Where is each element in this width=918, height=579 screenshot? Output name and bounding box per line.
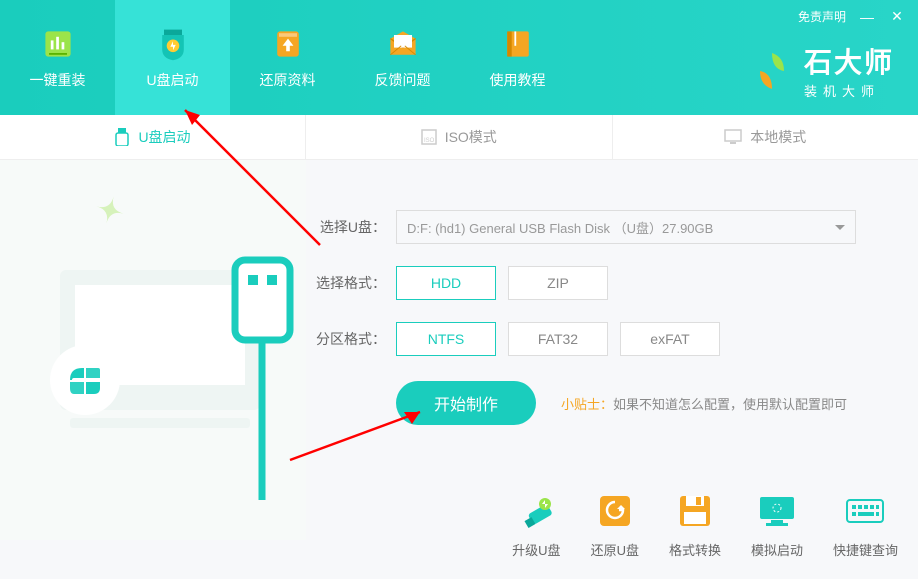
format-zip-button[interactable]: ZIP [508, 266, 608, 300]
partition-fat32-button[interactable]: FAT32 [508, 322, 608, 356]
tool-label: 还原U盘 [591, 540, 639, 559]
nav-tutorial[interactable]: 使用教程 [460, 0, 575, 115]
brand: 石大师 装机大师 [750, 41, 894, 100]
tool-label: 模拟启动 [751, 540, 803, 559]
tab-usb-boot[interactable]: U盘启动 [0, 115, 306, 159]
upload-icon [270, 26, 306, 62]
tool-label: 升级U盘 [512, 540, 560, 559]
tool-upgrade-usb[interactable]: 升级U盘 [512, 490, 560, 559]
nav-label: 一键重装 [30, 70, 86, 90]
usb-icon [114, 128, 130, 146]
chart-icon [40, 26, 76, 62]
usb-upgrade-icon [515, 490, 557, 532]
partition-ntfs-button[interactable]: NTFS [396, 322, 496, 356]
nav-reinstall[interactable]: 一键重装 [0, 0, 115, 115]
hint-text: 小贴士：如果不知道怎么配置，使用默认配置即可 [561, 394, 847, 413]
tab-label: ISO模式 [445, 127, 497, 147]
disclaimer-link[interactable]: 免责声明 [798, 8, 846, 25]
close-button[interactable]: ✕ [888, 8, 906, 25]
keyboard-icon [844, 490, 886, 532]
tab-local-mode[interactable]: 本地模式 [613, 115, 918, 159]
main-content: 选择U盘： D:F: (hd1) General USB Flash Disk … [0, 160, 918, 540]
tab-label: 本地模式 [750, 127, 806, 147]
tab-iso-mode[interactable]: ISO ISO模式 [306, 115, 613, 159]
usb-select[interactable]: D:F: (hd1) General USB Flash Disk （U盘）27… [396, 210, 856, 244]
shield-icon [155, 26, 191, 62]
nav-restore[interactable]: 还原资料 [230, 0, 345, 115]
nav-feedback[interactable]: 反馈问题 [345, 0, 460, 115]
tool-simulate-boot[interactable]: 模拟启动 [751, 490, 803, 559]
nav-label: 使用教程 [490, 70, 546, 90]
format-hdd-button[interactable]: HDD [396, 266, 496, 300]
nav-label: 还原资料 [260, 70, 316, 90]
tool-format-convert[interactable]: 格式转换 [669, 490, 721, 559]
form-panel: 选择U盘： D:F: (hd1) General USB Flash Disk … [306, 160, 918, 540]
tool-label: 格式转换 [669, 540, 721, 559]
brand-subtitle: 装机大师 [804, 81, 894, 100]
brand-title: 石大师 [804, 41, 894, 81]
monitor-boot-icon [756, 490, 798, 532]
mode-tabs: U盘启动 ISO ISO模式 本地模式 [0, 115, 918, 160]
nav-usb-boot[interactable]: U盘启动 [115, 0, 230, 115]
nav-label: 反馈问题 [375, 70, 431, 90]
illustration-panel [0, 160, 306, 540]
brand-logo-icon [750, 49, 794, 93]
hint-label: 小贴士： [561, 397, 613, 412]
bottom-toolbar: 升级U盘 还原U盘 格式转换 模拟启动 快捷键查询 [512, 490, 898, 559]
iso-icon: ISO [421, 129, 437, 145]
tool-restore-usb[interactable]: 还原U盘 [591, 490, 639, 559]
book-icon [500, 26, 536, 62]
tool-label: 快捷键查询 [833, 540, 898, 559]
select-usb-label: 选择U盘： [316, 217, 386, 237]
save-icon [674, 490, 716, 532]
partition-exfat-button[interactable]: exFAT [620, 322, 720, 356]
monitor-icon [724, 129, 742, 145]
minimize-button[interactable]: — [858, 9, 876, 25]
nav-label: U盘启动 [146, 70, 198, 90]
partition-format-label: 分区格式： [316, 329, 386, 349]
tool-shortcut-query[interactable]: 快捷键查询 [833, 490, 898, 559]
svg-text:ISO: ISO [424, 138, 435, 144]
restore-icon [594, 490, 636, 532]
tab-label: U盘启动 [138, 127, 190, 147]
select-format-label: 选择格式： [316, 273, 386, 293]
usb-select-value: D:F: (hd1) General USB Flash Disk （U盘）27… [407, 218, 713, 237]
start-button[interactable]: 开始制作 [396, 381, 536, 425]
app-header: 一键重装 U盘启动 还原资料 反馈问题 使用教程 免责声明 — ✕ 石大师 装机… [0, 0, 918, 115]
window-controls: 免责声明 — ✕ [798, 8, 906, 25]
mail-icon [385, 26, 421, 62]
